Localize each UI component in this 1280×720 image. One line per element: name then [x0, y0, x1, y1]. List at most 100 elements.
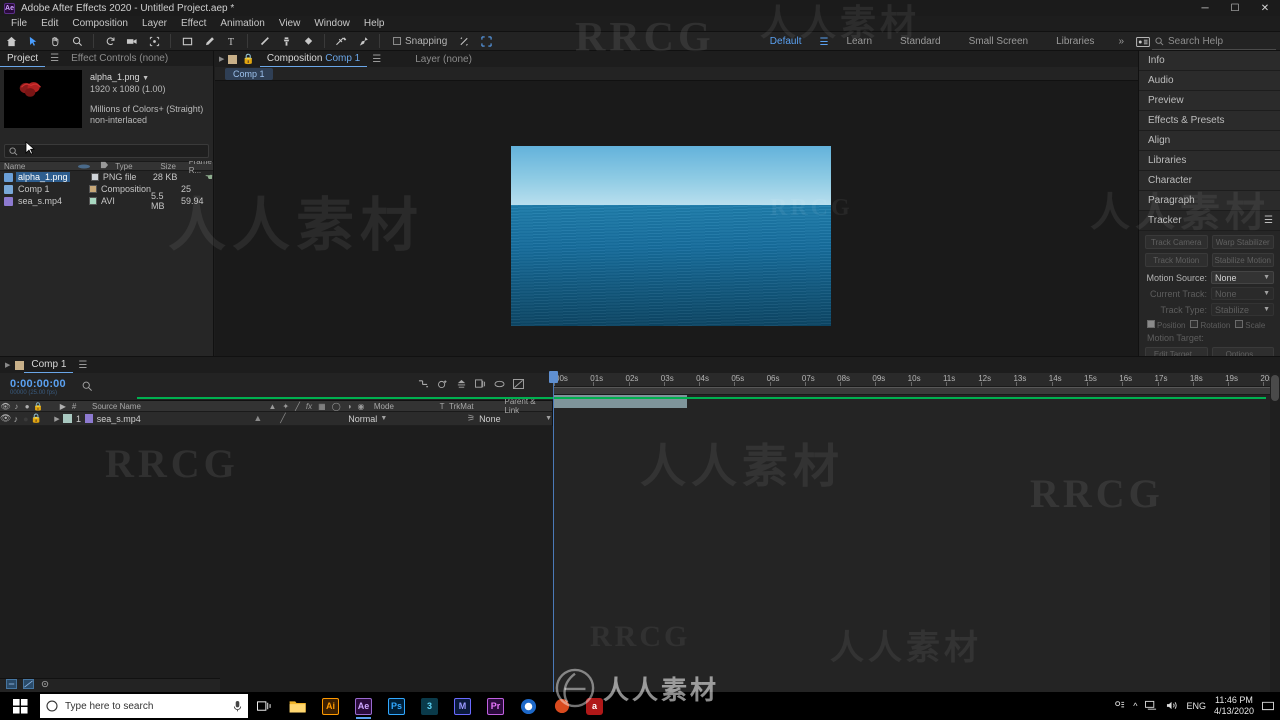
dock-item-audio[interactable]: Audio — [1139, 71, 1280, 91]
tab-layer[interactable]: Layer (none) — [408, 52, 479, 67]
dock-item-preview[interactable]: Preview — [1139, 91, 1280, 111]
premiere-pro-button[interactable]: Pr — [479, 692, 512, 720]
current-time-indicator[interactable] — [549, 371, 558, 692]
column-sort-indicator[interactable] — [73, 162, 96, 171]
menu-file[interactable]: File — [4, 16, 34, 31]
project-item-sea[interactable]: sea_s.mp4 AVI 5.5 MB 59.94 — [0, 191, 213, 211]
taskbar-search-input[interactable]: Type here to search — [40, 694, 248, 718]
layer-shy-switch[interactable]: ▲ — [253, 413, 262, 424]
task-view-button[interactable] — [248, 692, 281, 720]
workspace-small-screen[interactable]: Small Screen — [955, 32, 1042, 52]
parent-pickwhip-icon[interactable]: ⚞ — [467, 413, 475, 424]
snapping-checkbox[interactable] — [393, 37, 401, 45]
start-button[interactable] — [0, 692, 40, 720]
menu-view[interactable]: View — [272, 16, 308, 31]
workspace-overflow[interactable]: » — [1108, 32, 1134, 52]
workspace-standard[interactable]: Standard — [886, 32, 955, 52]
workspace-libraries[interactable]: Libraries — [1042, 32, 1108, 52]
item-label-swatch[interactable] — [89, 197, 97, 205]
timeline-ruler[interactable]: 00s 01s 02s 03s 04s 05s 06s 07s 08s 09s 10s 11s 12s 1… — [553, 373, 1280, 387]
rotation-tool-icon[interactable] — [99, 31, 121, 51]
menu-animation[interactable]: Animation — [213, 16, 271, 31]
cinema4d-button[interactable]: 3 — [413, 692, 446, 720]
dock-item-effects-presets[interactable]: Effects & Presets — [1139, 111, 1280, 131]
column-trkmat[interactable]: TrkMat — [449, 402, 498, 411]
video-switch-icon[interactable]: 👁 — [0, 402, 11, 411]
dock-item-character[interactable]: Character — [1139, 171, 1280, 191]
timeline-track-area[interactable] — [553, 395, 1280, 692]
snap-align-icon[interactable] — [453, 31, 475, 51]
dock-item-align[interactable]: Align — [1139, 131, 1280, 151]
tray-clock[interactable]: 11:46 PM 4/13/2020 — [1214, 695, 1254, 717]
item-label-swatch[interactable] — [89, 185, 97, 193]
timeline-settings-icon[interactable] — [40, 679, 50, 692]
column-mode[interactable]: Mode — [372, 402, 435, 411]
after-effects-button[interactable]: Ae — [347, 692, 380, 720]
lock-switch-icon[interactable]: 🔒 — [33, 402, 44, 411]
minimize-button[interactable]: ─ — [1190, 0, 1220, 16]
layer-quality-switch[interactable]: ╱ — [270, 413, 285, 424]
home-icon[interactable] — [0, 31, 22, 51]
solo-switch-icon[interactable]: ● — [22, 402, 33, 411]
column-size[interactable]: Size — [156, 162, 184, 171]
label-column-icon[interactable]: ▶ — [57, 402, 68, 411]
red-app-button[interactable]: a — [578, 692, 611, 720]
project-item-alpha[interactable]: alpha_1.png PNG file 28 KB ☚ — [0, 171, 213, 183]
menu-window[interactable]: Window — [307, 16, 357, 31]
composition-mini-flowchart-icon[interactable] — [418, 379, 429, 392]
media-encoder-button[interactable]: M — [446, 692, 479, 720]
project-item-comp1[interactable]: Comp 1 Composition 25 — [0, 183, 213, 195]
layer-mode-select[interactable]: Normal ▼ — [348, 414, 405, 424]
pen-tool-icon[interactable] — [198, 31, 220, 51]
illustrator-button[interactable]: Ai — [314, 692, 347, 720]
tracker-panel-menu-icon[interactable]: ☰ — [1264, 215, 1273, 226]
layer-parent-value[interactable]: None — [479, 414, 541, 424]
menu-help[interactable]: Help — [357, 16, 392, 31]
layer-expand-arrow[interactable]: ▶ — [54, 415, 63, 423]
tab-effect-controls[interactable]: Effect Controls (none) — [64, 51, 175, 66]
menu-composition[interactable]: Composition — [65, 16, 135, 31]
camera-tool-icon[interactable] — [121, 31, 143, 51]
workspace-learn[interactable]: Learn — [832, 32, 886, 52]
graph-editor-icon[interactable] — [513, 379, 524, 392]
maximize-button[interactable]: ☐ — [1220, 0, 1250, 16]
timeline-vertical-scrollbar[interactable] — [1270, 373, 1280, 692]
cti-handle[interactable] — [549, 371, 558, 383]
column-source-name[interactable]: Source Name — [88, 402, 261, 411]
track-camera-button[interactable]: Track Camera — [1145, 235, 1208, 249]
timeline-layer-row[interactable]: 👁 ♪ ● 🔒 ▶ 1 sea_s.mp4 ▲ ╱ Normal ▼ ⚞ Non… — [0, 412, 552, 426]
eraser-tool-icon[interactable] — [297, 31, 319, 51]
dock-item-libraries[interactable]: Libraries — [1139, 151, 1280, 171]
composition-panel-menu-icon[interactable]: ☰ — [367, 54, 386, 65]
timeline-current-time[interactable]: 0:00:00:00 00000 (25.00 fps) — [0, 378, 82, 396]
tray-language[interactable]: ENG — [1186, 701, 1206, 711]
project-panel-menu-icon[interactable]: ☰ — [45, 53, 64, 64]
workspace-menu-icon[interactable]: ☰ — [815, 37, 832, 48]
account-card-icon[interactable] — [1134, 32, 1152, 52]
column-name[interactable]: Name — [0, 162, 73, 171]
timeline-collapse-icon[interactable]: ▶ — [0, 361, 15, 369]
audio-switch-icon[interactable]: ♪ — [11, 402, 22, 411]
file-explorer-button[interactable] — [281, 692, 314, 720]
timeline-search-input[interactable] — [82, 380, 96, 394]
preview-dropdown-icon[interactable]: ▼ — [142, 75, 149, 82]
comp-chip[interactable]: Comp 1 — [225, 67, 273, 80]
timeline-scroll-thumb[interactable] — [1271, 375, 1279, 401]
tray-expand-icon[interactable]: ^ — [1133, 701, 1137, 711]
dock-item-paragraph[interactable]: Paragraph — [1139, 191, 1280, 211]
type-tool-icon[interactable]: T — [220, 31, 242, 51]
timeline-panel-menu-icon[interactable]: ☰ — [73, 360, 92, 371]
workspace-default[interactable]: Default — [756, 32, 816, 52]
item-label-swatch[interactable] — [90, 173, 99, 181]
grid-snap-icon[interactable] — [475, 31, 497, 51]
brush-tool-icon[interactable] — [253, 31, 275, 51]
layer-lock-toggle[interactable]: 🔒 — [31, 413, 42, 424]
layer-video-toggle[interactable]: 👁 — [0, 413, 11, 424]
draft-3d-icon[interactable] — [437, 379, 448, 392]
toggle-graph-icon[interactable] — [23, 679, 34, 692]
layer-audio-toggle[interactable]: ♪ — [11, 414, 21, 424]
frame-blending-icon[interactable] — [475, 379, 486, 392]
browser-button[interactable] — [512, 692, 545, 720]
warp-stabilizer-button[interactable]: Warp Stabilizer — [1211, 235, 1274, 249]
column-type[interactable]: Type — [111, 162, 156, 171]
